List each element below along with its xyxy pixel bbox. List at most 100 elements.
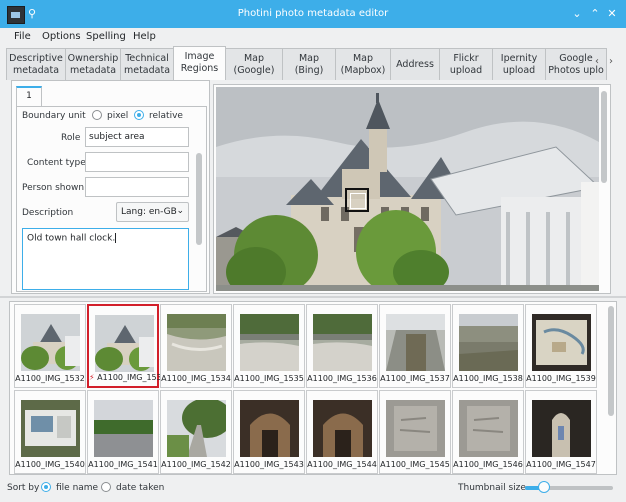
thumbnail-item[interactable]: A1100_IMG_1543 xyxy=(233,390,305,474)
thumbnail-filename-text: A1100_IMG_1540 xyxy=(15,460,85,469)
thumbnail-item[interactable]: A1100_IMG_1534 xyxy=(160,304,232,388)
tab-ipernity-upload[interactable]: Ipernity upload xyxy=(492,48,546,80)
tab-descriptive-metadata[interactable]: Descriptive metadata xyxy=(6,48,66,80)
pixel-radio[interactable] xyxy=(92,110,102,120)
tab-label: Regions xyxy=(180,63,219,74)
tab-label: upload xyxy=(502,65,536,76)
pixel-label: pixel xyxy=(107,111,129,121)
sort-file-name-radio[interactable] xyxy=(41,482,51,492)
thumbnail-item[interactable]: A1100_IMG_1539 xyxy=(525,304,597,388)
minimize-icon[interactable]: ⌄ xyxy=(570,7,584,21)
tab-address[interactable]: Address xyxy=(390,48,440,80)
thumbnail-filename-text: A1100_IMG_1538 xyxy=(453,374,523,383)
thumbnail-image xyxy=(386,400,445,457)
thumbnail-filename: A1100_IMG_1547 xyxy=(526,460,596,469)
tab-flickr-upload[interactable]: Flickr upload xyxy=(439,48,493,80)
photo-scrollbar[interactable] xyxy=(601,91,607,183)
tab-map-google[interactable]: Map (Google) xyxy=(225,48,283,80)
thumbnail-scrollbar[interactable] xyxy=(608,306,614,416)
thumbnail-item[interactable]: A1100_IMG_1538 xyxy=(452,304,524,388)
region-marker[interactable] xyxy=(345,188,369,212)
tab-map-bing[interactable]: Map (Bing) xyxy=(282,48,336,80)
window-title: Photini photo metadata editor xyxy=(237,8,389,19)
thumbnail-filename-text: A1100_IMG_1532 xyxy=(15,374,85,383)
tab-technical-metadata[interactable]: Technical metadata xyxy=(120,48,174,80)
tab-label: Map xyxy=(352,53,374,64)
thumbnail-image xyxy=(21,314,80,371)
menu-help[interactable]: Help xyxy=(133,31,156,42)
thumbnail-image xyxy=(94,400,153,457)
content-type-field[interactable] xyxy=(85,152,189,172)
thumbnail-item[interactable]: A1100_IMG_1547 xyxy=(525,390,597,474)
region-tab-1[interactable]: 1 xyxy=(16,86,42,106)
thumbnail-item[interactable]: A1100_IMG_1545 xyxy=(379,390,451,474)
thumbnail-image xyxy=(21,400,80,457)
region-panel: 1 Boundary unit pixel relative Role subj… xyxy=(11,80,210,294)
role-label: Role xyxy=(61,133,81,143)
form-scrollbar[interactable] xyxy=(196,153,202,245)
thumbnail-item[interactable]: A1100_IMG_1535 xyxy=(233,304,305,388)
thumbnail-item[interactable]: A1100_IMG_1542 xyxy=(160,390,232,474)
tab-label: Technical xyxy=(125,53,169,64)
thumbnail-filename: A1100_IMG_1532 xyxy=(15,374,85,383)
language-select-value: Lang: en-GB xyxy=(121,207,177,217)
tab-image-regions[interactable]: Image Regions xyxy=(173,46,226,80)
thumbnail-filename: A1100_IMG_1544 xyxy=(307,460,377,469)
person-shown-field[interactable] xyxy=(85,177,189,197)
thumbnail-filename-text: A1100_IMG_1547 xyxy=(526,460,596,469)
thumbnail-filename-text: A1100_IMG_1541 xyxy=(88,460,158,469)
thumbnail-item[interactable]: A1100_IMG_1537 xyxy=(379,304,451,388)
menu-spelling[interactable]: Spelling xyxy=(86,31,126,42)
thumbnail-size-label: Thumbnail size xyxy=(458,483,526,493)
thumbnail-filename-text: A1100_IMG_1543 xyxy=(234,460,304,469)
tab-ownership-metadata[interactable]: Ownership metadata xyxy=(65,48,121,80)
thumbnail-item[interactable]: A1100_IMG_1540 xyxy=(14,390,86,474)
tab-label: (Google) xyxy=(233,65,275,76)
tab-label: (Bing) xyxy=(294,65,324,76)
tab-label: Flickr xyxy=(453,53,479,64)
menu-file[interactable]: File xyxy=(14,31,31,42)
thumbnail-item[interactable]: A1100_IMG_1546 xyxy=(452,390,524,474)
boundary-unit-label: Boundary unit xyxy=(22,111,86,121)
relative-radio[interactable] xyxy=(134,110,144,120)
thumbnail-filename: A1100_IMG_1545 xyxy=(380,460,450,469)
maximize-icon[interactable]: ⌃ xyxy=(588,7,602,21)
tab-map-mapbox[interactable]: Map (Mapbox) xyxy=(335,48,391,80)
status-bar: Sort by file name date taken Thumbnail s… xyxy=(0,478,626,502)
thumbnail-item[interactable]: A1100_IMG_1544 xyxy=(306,390,378,474)
sort-file-name-label: file name xyxy=(56,483,99,493)
tab-label: metadata xyxy=(12,65,60,76)
main-window: ⚲ Photini photo metadata editor ⌄ ⌃ ✕ Fi… xyxy=(0,0,626,502)
thumbnail-filename-text: A1100_IMG_1535 xyxy=(234,374,304,383)
tab-label: Ipernity xyxy=(500,53,538,64)
thumbnail-filename: A1100_IMG_1542 xyxy=(161,460,231,469)
thumbnail-item[interactable]: A1100_IMG_1532 xyxy=(14,304,86,388)
thumbnail-image xyxy=(313,400,372,457)
sort-date-taken-radio[interactable] xyxy=(101,482,111,492)
photo-preview[interactable] xyxy=(216,87,599,291)
splitter-handle[interactable] xyxy=(0,296,626,298)
description-textarea[interactable]: Old town hall clock. xyxy=(22,228,189,290)
thumbnail-image xyxy=(240,400,299,457)
lightning-icon: ⚡ xyxy=(89,373,98,382)
thumbnail-filename-text: A1100_IMG_1544 xyxy=(307,460,377,469)
thumbnail-filename-text: A1100_IMG_1537 xyxy=(380,374,450,383)
thumbnail-size-slider-handle[interactable] xyxy=(538,481,550,493)
tab-label: Map xyxy=(298,53,320,64)
sort-date-taken-label: date taken xyxy=(116,483,165,493)
tab-scroll-left-icon[interactable]: ‹ xyxy=(595,56,599,67)
menu-options[interactable]: Options xyxy=(42,31,81,42)
text-cursor xyxy=(115,233,117,243)
tab-label: (Mapbox) xyxy=(340,65,386,76)
thumbnail-filename: A1100_IMG_1539 xyxy=(526,374,596,383)
role-field[interactable]: subject area xyxy=(85,127,189,147)
tab-bar: Descriptive metadata Ownership metadata Te… xyxy=(6,46,620,80)
close-icon[interactable]: ✕ xyxy=(605,7,619,21)
image-region-view xyxy=(213,84,611,294)
language-select[interactable]: Lang: en-GB ⌄ xyxy=(116,202,189,222)
thumbnail-item[interactable]: A1100_IMG_1541 xyxy=(87,390,159,474)
tab-scroll-right-icon[interactable]: › xyxy=(609,56,613,67)
thumbnail-item[interactable]: A1100_IMG_1536 xyxy=(306,304,378,388)
thumbnail-item[interactable]: ⚡ A1100_IMG_1533 xyxy=(87,304,167,388)
thumbnail-filename: A1100_IMG_1536 xyxy=(307,374,377,383)
